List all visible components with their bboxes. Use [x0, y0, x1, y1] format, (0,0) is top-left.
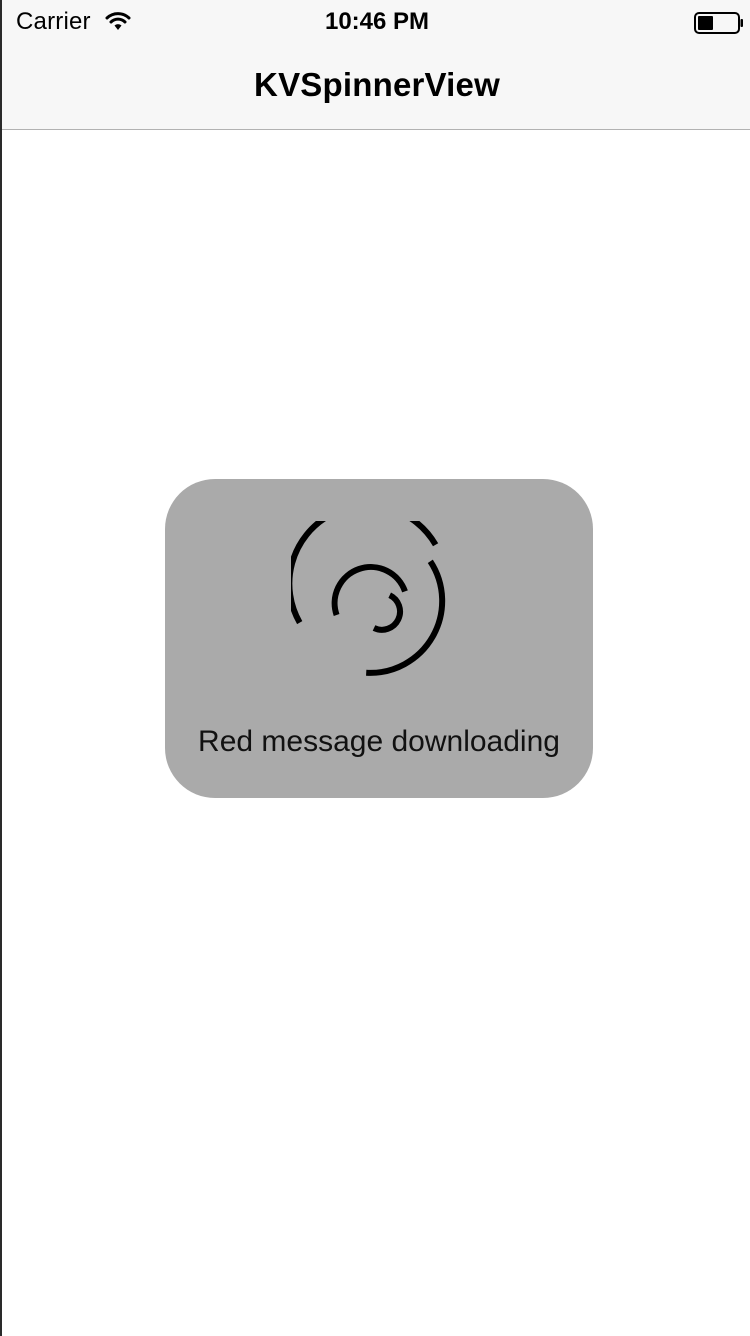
status-time: 10:46 PM — [324, 8, 430, 35]
app-screen: Carrier 10:46 PM KVSpinnerView Red messa… — [0, 0, 750, 1336]
hud-message: Red message downloading — [198, 725, 560, 758]
nav-title: KVSpinnerView — [254, 66, 500, 103]
spinner-icon — [291, 521, 446, 676]
status-bar: Carrier 10:46 PM — [2, 0, 750, 44]
top-bar: Carrier 10:46 PM KVSpinnerView — [2, 0, 750, 130]
spinner-hud: Red message downloading — [165, 479, 593, 798]
battery-icon — [694, 12, 743, 34]
